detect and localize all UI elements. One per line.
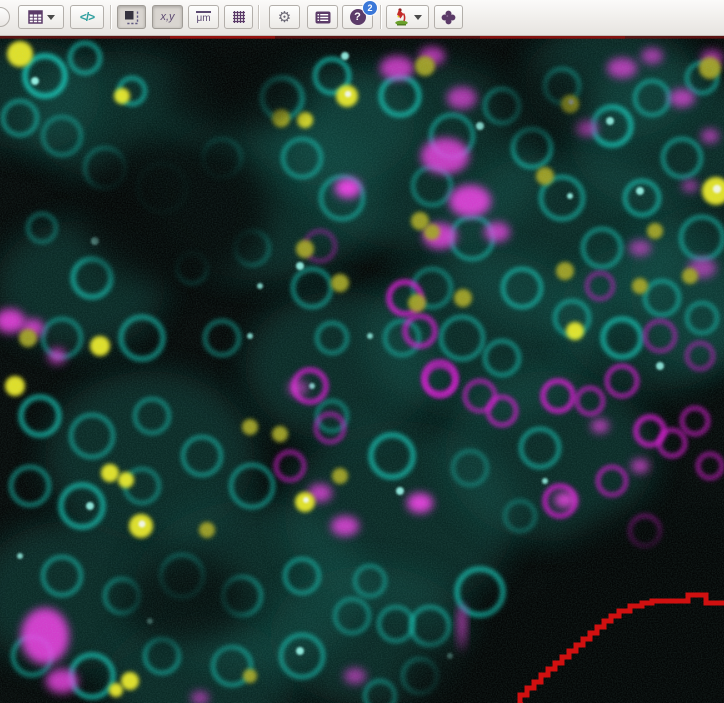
grid-overlay-button[interactable] [224,5,253,29]
viewer-canvas[interactable] [0,36,724,703]
xy-label: x,y [160,11,175,23]
chevron-down-icon [413,14,422,20]
help-button[interactable]: ? 2 [342,0,378,29]
grid-icon [232,11,245,23]
notification-badge: 2 [362,0,378,16]
table-dropdown-button[interactable] [18,5,64,29]
flower-icon [441,10,456,24]
noise-overlay [0,36,724,703]
toolbar-separator [110,5,112,29]
xy-coordinates-button[interactable]: x,y [152,5,183,29]
clipped-button[interactable] [0,7,10,27]
toolbar-separator [258,5,260,29]
region-icon [125,10,139,24]
code-icon: </> [79,10,95,24]
um-label: μm [196,10,211,24]
plugin-button[interactable] [434,5,463,29]
code-button[interactable]: </> [70,5,104,29]
table-icon [27,10,43,24]
scalebar-um-button[interactable]: μm [188,5,219,29]
region-select-button[interactable] [117,5,146,29]
annotations-panel-button[interactable] [307,5,338,29]
toolbar: </> x,y μm ⚙ ? 2 [0,0,724,36]
microscope-icon [394,8,408,26]
gear-icon: ⚙ [277,8,292,26]
chevron-down-icon [46,14,55,20]
microscope-dropdown-button[interactable] [386,5,429,29]
microscopy-image[interactable] [0,36,724,703]
settings-button[interactable]: ⚙ [269,5,300,29]
list-icon [315,11,330,23]
toolbar-separator [380,5,382,29]
